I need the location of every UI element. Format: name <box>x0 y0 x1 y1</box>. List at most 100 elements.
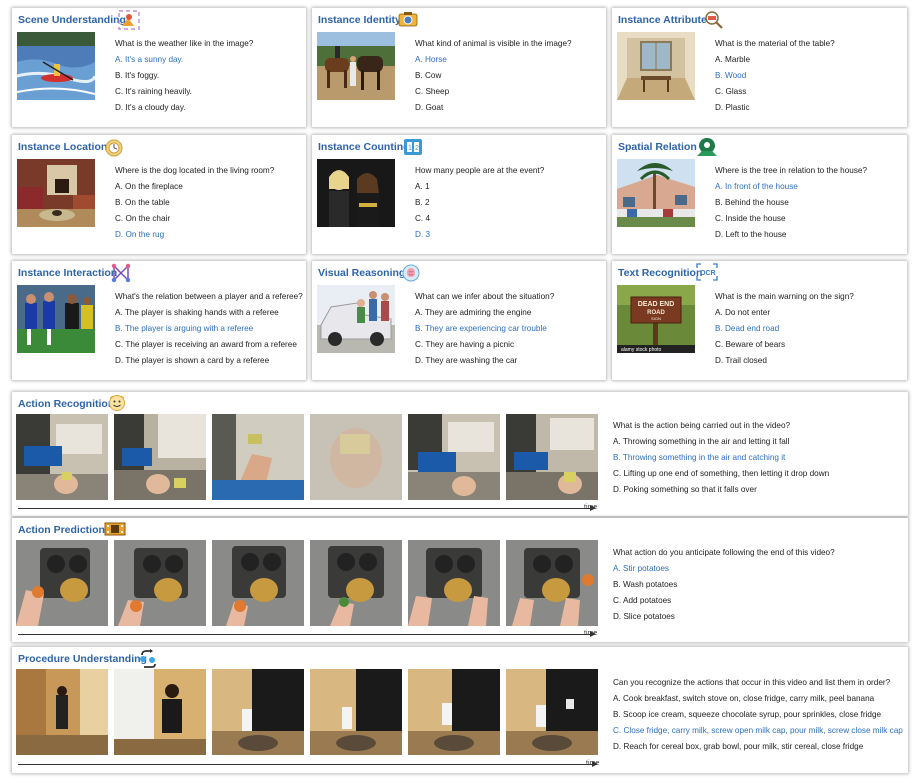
option-b: B. Wash potatoes <box>613 580 678 589</box>
card-spatial-relation: Spatial Relation Where is the tree in re… <box>612 135 907 254</box>
scene-icon <box>118 10 140 35</box>
option-a: A. On the fireplace <box>115 182 183 191</box>
card-title: Instance Counting <box>318 141 410 153</box>
film-icon <box>104 522 126 541</box>
option-d: D. Left to the house <box>715 230 787 239</box>
video-frame-4 <box>310 540 402 626</box>
option-b: B. Cow <box>415 71 442 80</box>
card-instance-counting: Instance Counting 12 How many people are… <box>312 135 606 254</box>
video-frame-6 <box>506 669 598 755</box>
image-room-table <box>617 32 695 100</box>
time-label: time <box>586 760 600 767</box>
frame-strip <box>16 669 600 755</box>
image-football-players <box>17 285 95 353</box>
option-a: A. Marble <box>715 55 751 64</box>
card-visual-reasoning: Visual Reasoning What can we infer about… <box>312 261 606 380</box>
image-living-room <box>17 159 95 227</box>
card-instance-identity: Instance Identity What kind of animal is… <box>312 8 606 127</box>
option-d: D. Plastic <box>715 103 750 112</box>
option-b: B. Scoop ice cream, squeeze chocolate sy… <box>613 710 882 719</box>
option-b: B. Dead end road <box>715 324 780 333</box>
network-icon <box>111 263 131 288</box>
card-instance-attribute: Instance Attribute What is the material … <box>612 8 907 127</box>
svg-text:2: 2 <box>415 145 419 152</box>
question: What's the relation between a player and… <box>115 292 303 301</box>
card-title: Action Prediction <box>18 524 105 536</box>
card-title: Action Recognition <box>18 398 115 410</box>
question: What action do you anticipate following … <box>613 548 835 557</box>
card-action-prediction: Action Prediction time What action do yo… <box>12 518 908 642</box>
option-c: C. They are having a picnic <box>415 340 515 349</box>
option-d: D. 3 <box>415 230 431 239</box>
video-frame-1 <box>16 414 108 500</box>
people-pin-icon <box>696 137 718 162</box>
question: What is the material of the table? <box>715 39 835 48</box>
video-frame-6 <box>506 540 598 626</box>
option-c: C. Lifting up one end of something, then… <box>613 469 830 478</box>
card-procedure-understanding: Procedure Understanding time Can you rec… <box>12 647 908 773</box>
option-d: D. Goat <box>415 103 444 112</box>
card-title: Instance Location <box>18 141 108 153</box>
time-label: time <box>584 630 598 637</box>
image-car-trouble <box>317 285 395 353</box>
svg-text:OCR: OCR <box>700 270 716 277</box>
frame-strip <box>16 540 600 626</box>
option-c: C. The player is receiving an award from… <box>115 340 297 349</box>
option-c: C. Inside the house <box>715 214 786 223</box>
option-c: C. Glass <box>715 87 747 96</box>
video-frame-3 <box>212 669 304 755</box>
option-b: B. Behind the house <box>715 198 789 207</box>
option-a: A. Cook breakfast, switch stove on, clos… <box>613 694 875 703</box>
video-frame-2 <box>114 669 206 755</box>
option-d: D. They are washing the car <box>415 356 518 365</box>
image-dead-end-sign: DEAD END ROAD SIGN alamy stock photo <box>617 285 695 353</box>
question: What is the weather like in the image? <box>115 39 254 48</box>
video-frame-2 <box>114 414 206 500</box>
question: What is the action being carried out in … <box>613 421 791 430</box>
option-a: A. Horse <box>415 55 447 64</box>
option-b: B. 2 <box>415 198 430 207</box>
card-title: Text Recognition <box>618 267 703 279</box>
option-b: B. It's foggy. <box>115 71 160 80</box>
question: What is the main warning on the sign? <box>715 292 854 301</box>
video-frame-4 <box>310 414 402 500</box>
timeline-arrow <box>18 634 590 635</box>
option-d: D. Trail closed <box>715 356 767 365</box>
card-instance-interaction: Instance Interaction What's the relation… <box>12 261 306 380</box>
video-frame-4 <box>310 669 402 755</box>
video-frame-5 <box>408 669 500 755</box>
video-frame-1 <box>16 669 108 755</box>
video-frame-1 <box>16 540 108 626</box>
card-title: Instance Attribute <box>618 14 707 26</box>
option-b: B. On the table <box>115 198 170 207</box>
option-b: B. They are experiencing car trouble <box>415 324 547 333</box>
card-title: Procedure Understanding <box>18 653 147 665</box>
option-a: A. In front of the house <box>715 182 798 191</box>
question: Where is the tree in relation to the hou… <box>715 166 868 175</box>
question: How many people are at the event? <box>415 166 545 175</box>
option-d: D. The player is shown a card by a refer… <box>115 356 270 365</box>
option-a: A. They are admiring the engine <box>415 308 532 317</box>
option-a: A. It's a sunny day. <box>115 55 184 64</box>
video-frame-3 <box>212 414 304 500</box>
option-c: C. 4 <box>415 214 431 223</box>
question: What kind of animal is visible in the im… <box>415 39 572 48</box>
option-a: A. Stir potatoes <box>613 564 669 573</box>
option-d: D. Slice potatoes <box>613 612 675 621</box>
card-text-recognition: Text Recognition OCR DEAD END ROAD SIGN ala… <box>612 261 907 380</box>
magnifier-tag-icon <box>704 10 724 35</box>
option-b: B. Wood <box>715 71 747 80</box>
option-d: D. Poking something so that it falls ove… <box>613 485 757 494</box>
counter-icon: 12 <box>403 138 423 161</box>
option-d: D. Reach for cereal box, grab bowl, pour… <box>613 742 864 751</box>
card-title: Instance Interaction <box>18 267 118 279</box>
card-title: Spatial Relation <box>618 141 697 153</box>
option-a: A. Throwing something in the air and let… <box>613 437 790 446</box>
image-event-people <box>317 159 395 227</box>
watermark: alamy stock photo <box>621 347 662 353</box>
option-a: A. The player is shaking hands with a re… <box>115 308 279 317</box>
camera-icon <box>398 11 418 32</box>
option-c: C. On the chair <box>115 214 171 223</box>
card-action-recognition: Action Recognition time What is the acti… <box>12 392 908 516</box>
option-c: C. Sheep <box>415 87 450 96</box>
